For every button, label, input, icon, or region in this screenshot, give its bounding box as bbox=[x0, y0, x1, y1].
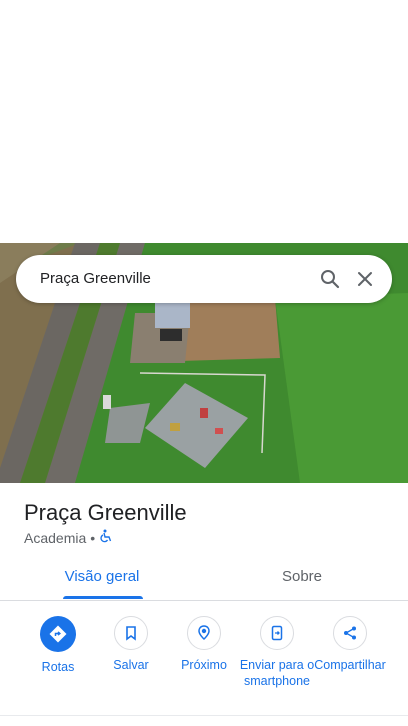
send-to-phone-label: Enviar para o smartphone bbox=[239, 658, 315, 688]
action-row: Rotas Salvar Próximo Enviar para o smart… bbox=[0, 616, 408, 716]
nearby-button[interactable]: Próximo bbox=[166, 616, 242, 673]
nearby-label: Próximo bbox=[181, 658, 227, 672]
wheelchair-icon bbox=[99, 529, 113, 546]
search-bar[interactable]: Praça Greenville bbox=[16, 255, 392, 303]
nearby-icon bbox=[187, 616, 221, 650]
place-subtitle: Academia • bbox=[24, 529, 113, 546]
save-button[interactable]: Salvar bbox=[93, 616, 169, 673]
directions-label: Rotas bbox=[41, 660, 75, 674]
place-title: Praça Greenville bbox=[24, 500, 187, 525]
send-to-phone-icon bbox=[260, 616, 294, 650]
share-label: Compartilhar bbox=[314, 658, 386, 672]
search-icon[interactable] bbox=[318, 267, 342, 291]
separator: • bbox=[90, 529, 96, 546]
divider bbox=[0, 715, 408, 716]
bookmark-icon bbox=[114, 616, 148, 650]
directions-button[interactable]: Rotas bbox=[20, 616, 96, 675]
search-input[interactable]: Praça Greenville bbox=[40, 255, 151, 303]
close-icon[interactable] bbox=[353, 267, 377, 291]
place-tabs: Visão geral Sobre bbox=[0, 555, 408, 601]
directions-icon bbox=[40, 616, 76, 652]
tab-about[interactable]: Sobre bbox=[200, 555, 404, 599]
share-button[interactable]: Compartilhar bbox=[312, 616, 388, 673]
send-to-phone-button[interactable]: Enviar para o smartphone bbox=[239, 616, 315, 689]
share-icon bbox=[333, 616, 367, 650]
tab-overview[interactable]: Visão geral bbox=[0, 555, 204, 599]
save-label: Salvar bbox=[113, 658, 149, 672]
place-category: Academia bbox=[24, 529, 87, 546]
tab-selected-indicator bbox=[63, 596, 143, 599]
